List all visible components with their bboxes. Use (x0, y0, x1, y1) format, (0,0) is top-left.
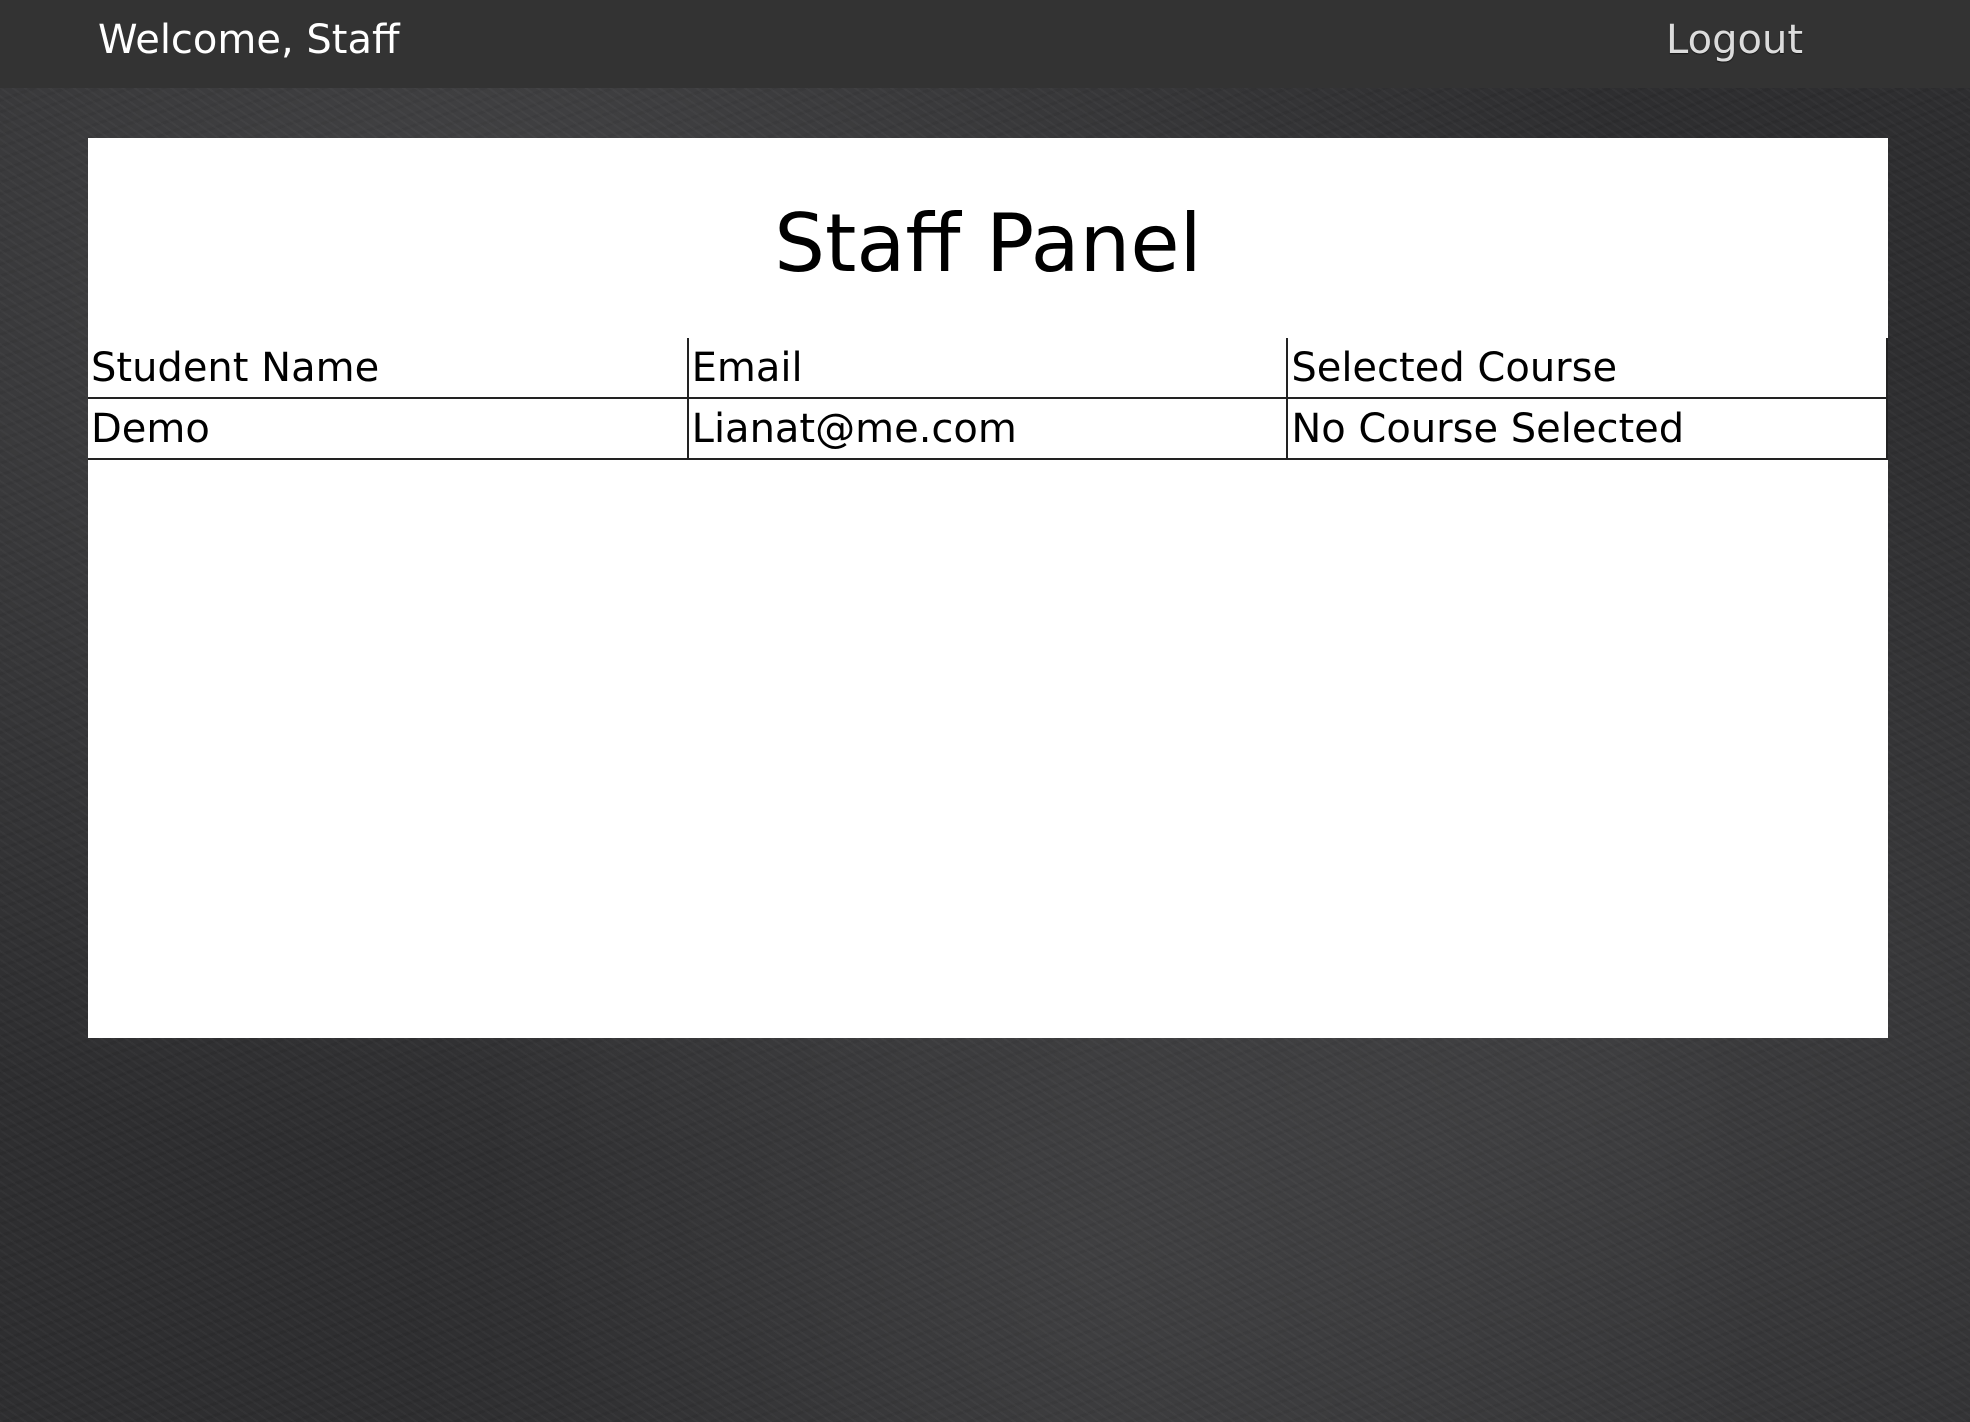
column-header-selected-course: Selected Course (1286, 338, 1888, 399)
cell-email: Lianat@me.com (686, 398, 1288, 460)
welcome-text: Welcome, Staff (98, 17, 400, 63)
table-row: Demo Lianat@me.com No Course Selected (88, 398, 1888, 460)
page-title: Staff Panel (774, 197, 1202, 290)
column-header-student-name: Student Name (88, 338, 688, 399)
table-header-row: Student Name Email Selected Course (88, 338, 1888, 399)
top-nav-bar: Welcome, Staff Logout (0, 0, 1970, 88)
column-header-email: Email (686, 338, 1288, 399)
students-table: Student Name Email Selected Course Demo … (88, 338, 1888, 460)
cell-student-name: Demo (88, 398, 688, 460)
logout-link[interactable]: Logout (1666, 16, 1803, 64)
cell-selected-course: No Course Selected (1286, 398, 1888, 460)
staff-panel-card: Staff Panel Student Name Email Selected … (88, 138, 1888, 1038)
